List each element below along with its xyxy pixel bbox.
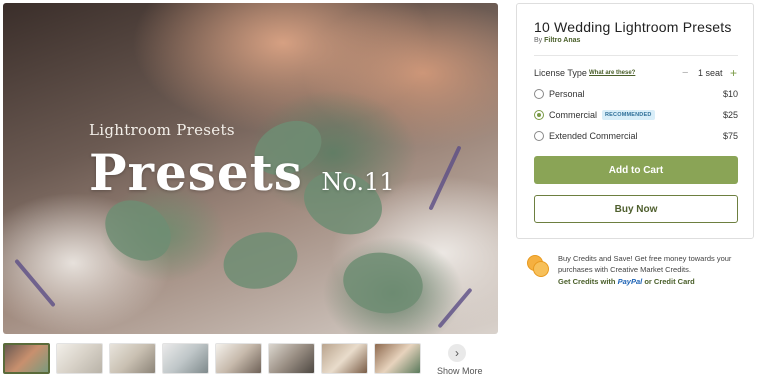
license-radio[interactable] [534, 131, 544, 141]
buy-now-button[interactable]: Buy Now [534, 195, 738, 223]
thumbnail[interactable] [3, 343, 50, 374]
license-option-label: Personal [549, 89, 585, 99]
license-type-row: License Type What are these? − 1 seat + [534, 66, 738, 81]
add-to-cart-button[interactable]: Add to Cart [534, 156, 738, 184]
purchase-panel: 10 Wedding Lightroom Presets By Filtro A… [516, 3, 754, 239]
thumbnail[interactable] [56, 343, 103, 374]
thumbnail[interactable] [374, 343, 421, 374]
license-radio[interactable] [534, 89, 544, 99]
by-prefix: By [534, 37, 543, 44]
paypal-logo-text: PayPal [617, 277, 643, 286]
product-page: Lightroom Presets Presets No.11 › Show M… [0, 0, 757, 377]
thumbnail[interactable] [162, 343, 209, 374]
eucalyptus-leaf [338, 246, 428, 320]
lavender-sprig [14, 258, 56, 308]
thumbnail-strip [3, 343, 421, 375]
license-option-label: Extended Commercial [549, 131, 638, 141]
author-link[interactable]: Filtro Anas [544, 37, 580, 44]
seat-count: 1 seat [698, 68, 723, 78]
license-option-commercial[interactable]: Commercial RECOMMENDED $25 [534, 109, 738, 123]
lavender-sprig [437, 287, 473, 329]
divider [534, 55, 738, 56]
hero-title-number: No.11 [321, 168, 395, 196]
thumbnail[interactable] [268, 343, 315, 374]
credits-promo-text: Buy Credits and Save! Get free money tow… [558, 254, 732, 274]
get-credits-link[interactable]: Get Credits with PayPal or Credit Card [558, 277, 695, 286]
show-more-label: Show More [437, 366, 483, 376]
license-info-link[interactable]: What are these? [589, 70, 635, 76]
product-title: 10 Wedding Lightroom Presets [534, 19, 732, 35]
eucalyptus-leaf [217, 224, 304, 297]
thumbnail[interactable] [109, 343, 156, 374]
product-author-line: By Filtro Anas [534, 37, 580, 44]
chevron-right-icon[interactable]: › [448, 344, 466, 362]
credits-promo: Buy Credits and Save! Get free money tow… [525, 253, 754, 293]
license-option-price: $10 [722, 89, 738, 99]
thumbnail[interactable] [321, 343, 368, 374]
get-credits-prefix: Get Credits with [558, 277, 616, 286]
license-option-price: $25 [722, 110, 738, 120]
license-radio[interactable] [534, 110, 544, 120]
hero-kicker-text: Lightroom Presets [89, 121, 235, 139]
get-credits-suffix: or Credit Card [644, 277, 695, 286]
license-option-extended-commercial[interactable]: Extended Commercial $75 [534, 130, 738, 144]
license-option-price: $75 [722, 131, 738, 141]
minus-icon[interactable]: − [682, 67, 688, 79]
product-preview-image[interactable]: Lightroom Presets Presets No.11 [3, 3, 498, 334]
plus-icon[interactable]: + [730, 66, 737, 80]
recommended-badge: RECOMMENDED [602, 110, 655, 120]
license-option-personal[interactable]: Personal $10 [534, 88, 738, 102]
license-type-label: License Type [534, 68, 587, 78]
hero-title-word: Presets [89, 143, 303, 202]
license-option-label: Commercial [549, 110, 598, 120]
credits-coin-icon [527, 255, 549, 277]
show-more-button[interactable]: › Show More [437, 344, 483, 376]
hero-title: Presets No.11 [89, 143, 395, 202]
thumbnail[interactable] [215, 343, 262, 374]
lavender-sprig [428, 145, 462, 211]
